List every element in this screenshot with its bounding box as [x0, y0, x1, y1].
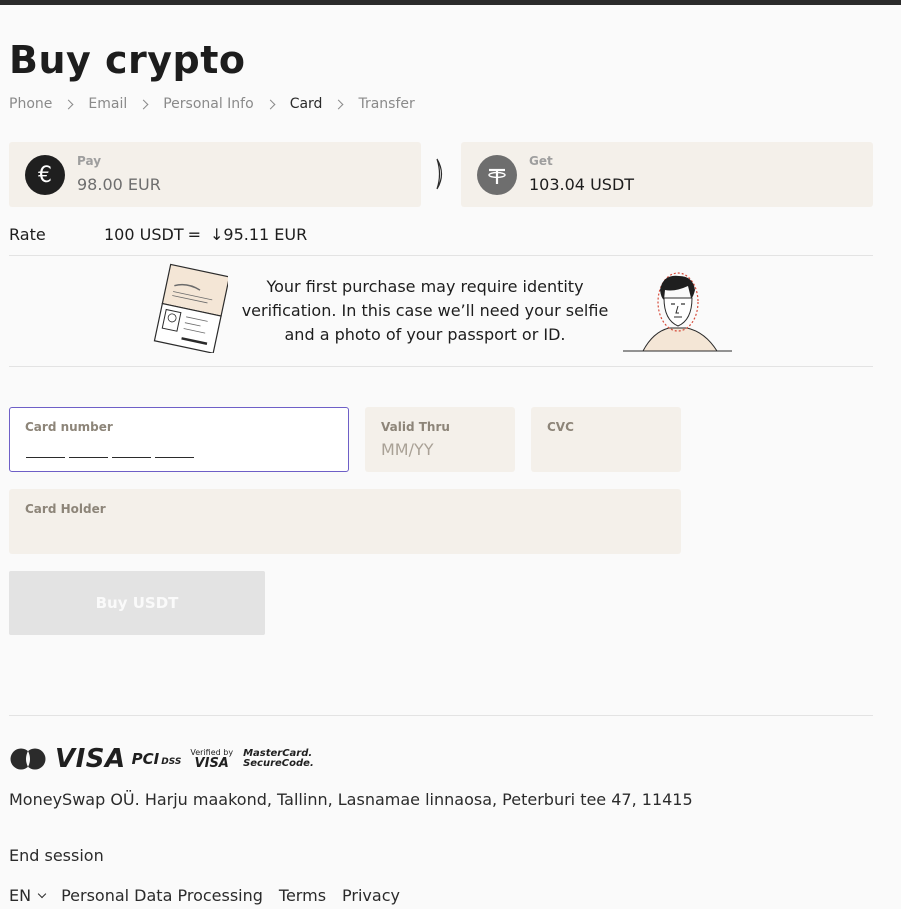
cvc-input[interactable]	[547, 440, 747, 459]
page-title: Buy crypto	[9, 38, 246, 82]
rate-right: ↓95.11 EUR	[210, 225, 308, 244]
language-selector[interactable]: EN	[9, 886, 47, 905]
chevron-right-icon	[334, 99, 344, 109]
divider	[9, 366, 873, 367]
chevron-right-icon	[138, 99, 149, 109]
rate-left: 100 USDT	[104, 225, 184, 244]
cvc-label: CVC	[547, 420, 574, 434]
card-holder-field[interactable]: Card Holder	[9, 489, 681, 554]
personal-data-processing-link[interactable]: Personal Data Processing	[61, 886, 263, 905]
pci-dss-logo: PCI DSS	[132, 750, 182, 768]
divider	[9, 715, 873, 716]
privacy-link[interactable]: Privacy	[342, 886, 400, 905]
chevron-down-icon	[37, 889, 47, 898]
card-number-label: Card number	[25, 420, 113, 434]
card-holder-input[interactable]	[25, 522, 625, 541]
card-holder-label: Card Holder	[25, 502, 106, 516]
terms-link[interactable]: Terms	[279, 886, 326, 905]
chevron-right-icon	[436, 158, 443, 190]
divider	[9, 255, 873, 256]
valid-thru-label: Valid Thru	[381, 420, 450, 434]
buy-usdt-button[interactable]: Buy USDT	[9, 571, 265, 635]
verified-visa-text: VISA	[194, 755, 229, 771]
breadcrumb-email[interactable]: Email	[88, 96, 127, 112]
pay-amount-box[interactable]: € Pay 98.00 EUR	[9, 142, 421, 207]
securecode-line2: SecureCode.	[243, 758, 314, 769]
get-amount-box[interactable]: Get 103.04 USDT	[461, 142, 873, 207]
mastercard-icon	[10, 748, 46, 770]
verification-notice: Your first purchase may require identity…	[241, 277, 609, 344]
pay-label: Pay	[77, 154, 102, 168]
mastercard-securecode-logo: MasterCard. SecureCode.	[243, 748, 314, 770]
top-bar	[0, 0, 901, 5]
get-label: Get	[529, 154, 553, 168]
rate-label: Rate	[9, 225, 46, 244]
get-value: 103.04 USDT	[529, 175, 635, 194]
verified-by-visa-logo: Verified by VISA	[190, 748, 233, 771]
rate-row: Rate 100 USDT = ↓95.11 EUR	[9, 225, 307, 244]
pay-value: 98.00 EUR	[77, 175, 161, 194]
breadcrumb-card: Card	[289, 96, 323, 112]
card-number-field[interactable]: Card number	[9, 407, 349, 472]
rate-equals: =	[187, 225, 201, 244]
valid-thru-field[interactable]: Valid Thru	[365, 407, 581, 472]
breadcrumb-transfer: Transfer	[358, 96, 415, 112]
visa-logo: VISA	[55, 744, 126, 774]
chevron-right-icon	[265, 99, 276, 109]
passport-illustration	[153, 263, 228, 353]
euro-icon: €	[25, 155, 65, 195]
selfie-illustration	[623, 272, 732, 352]
language-label: EN	[9, 886, 32, 905]
cvc-field[interactable]: CVC	[531, 407, 747, 472]
dss-text: DSS	[161, 757, 182, 767]
chevron-right-icon	[63, 99, 74, 109]
breadcrumb-personal-info[interactable]: Personal Info	[163, 96, 253, 112]
footer-links: EN Personal Data Processing Terms Privac…	[9, 886, 400, 905]
breadcrumb-phone[interactable]: Phone	[9, 96, 52, 112]
end-session-link[interactable]: End session	[9, 846, 104, 865]
breadcrumb: Phone Email Personal Info Card Transfer	[9, 96, 415, 112]
tether-icon	[477, 155, 517, 195]
card-number-mask	[26, 447, 198, 458]
payment-logos: VISA PCI DSS Verified by VISA MasterCard…	[9, 744, 314, 774]
company-address: MoneySwap OÜ. Harju maakond, Tallinn, La…	[9, 790, 693, 809]
pci-text: PCI	[131, 750, 160, 768]
